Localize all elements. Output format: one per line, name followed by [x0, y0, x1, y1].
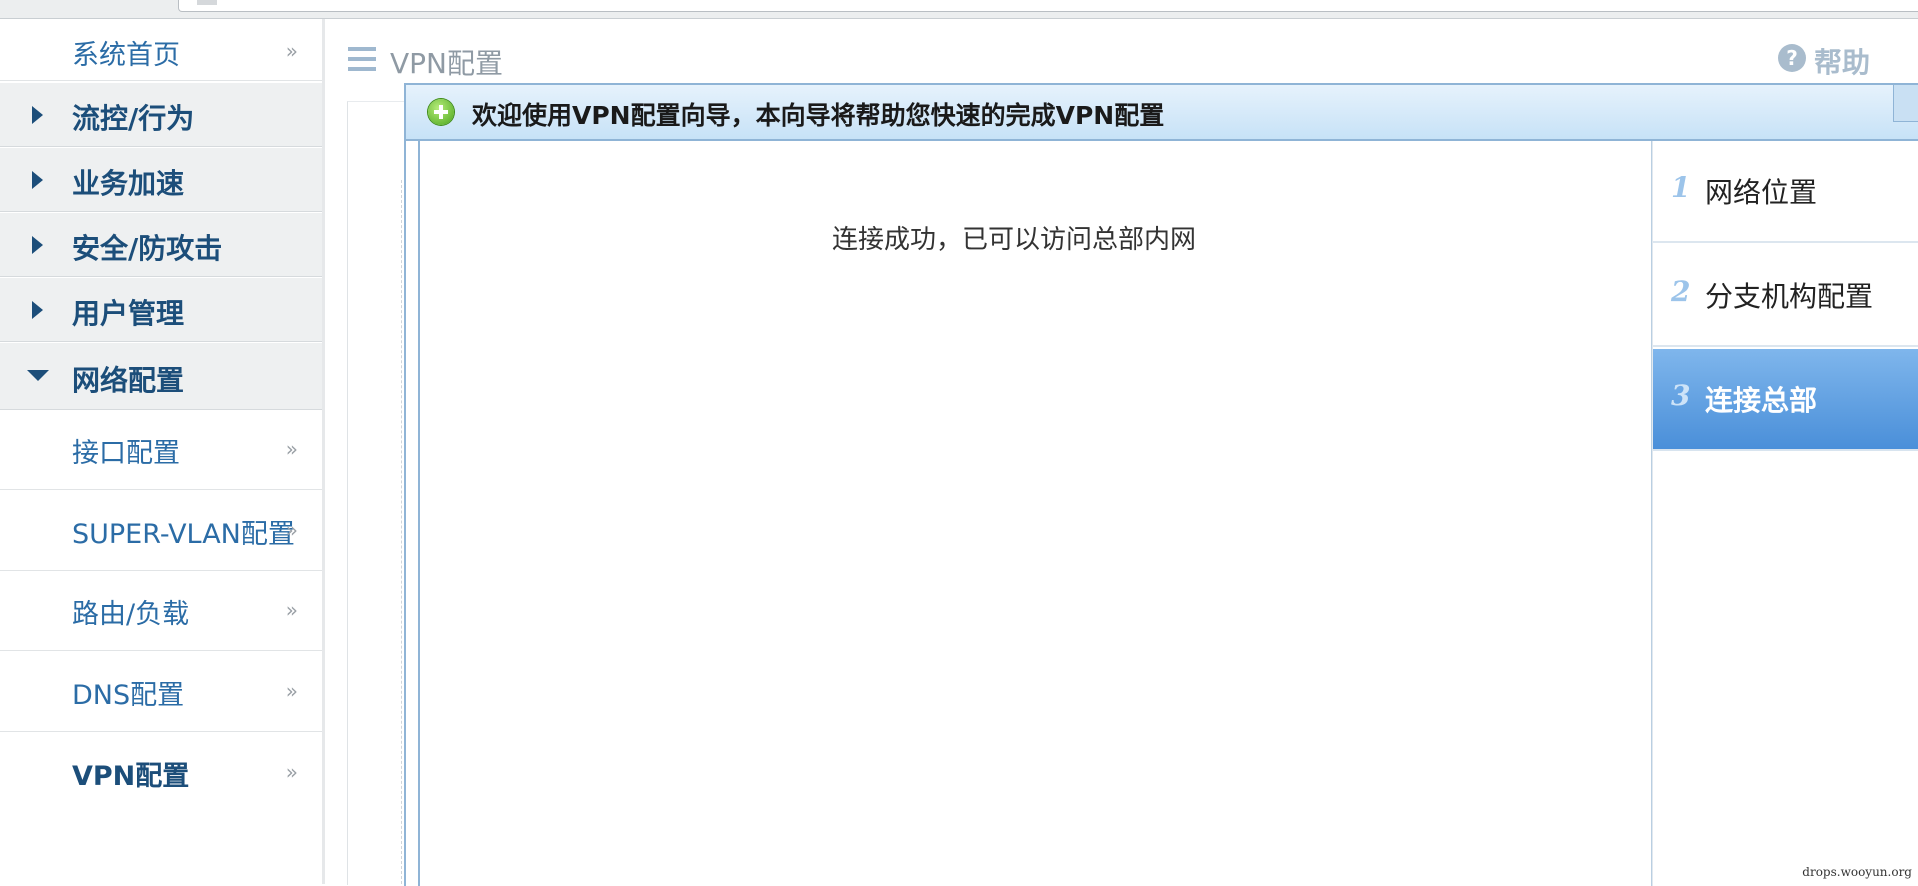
- wizard-main-area: 连接成功，已可以访问总部内网: [420, 141, 1652, 886]
- sidebar-item-vpn[interactable]: VPN配置 »: [0, 733, 322, 813]
- sidebar-group-network-config[interactable]: 网络配置: [0, 343, 322, 410]
- chevron-right-icon: »: [285, 598, 298, 622]
- vpn-wizard-dialog: 欢迎使用VPN配置向导，本向导将帮助您快速的完成VPN配置 连接成功，已可以访问…: [404, 83, 1918, 886]
- plus-circle-icon: [428, 99, 454, 125]
- status-message: 连接成功，已可以访问总部内网: [832, 225, 1197, 255]
- sidebar-item-label: DNS配置: [72, 680, 185, 711]
- sidebar-item-label: VPN配置: [72, 761, 190, 792]
- chevron-right-icon: »: [285, 679, 298, 703]
- sidebar-group-label: 网络配置: [72, 364, 185, 397]
- sidebar-item-interface-config[interactable]: 接口配置 »: [0, 411, 322, 490]
- page-title: VPN配置: [390, 47, 503, 80]
- content-divider: [401, 180, 402, 884]
- caret-right-icon: [32, 171, 43, 189]
- browser-top-strip: [0, 0, 1918, 19]
- help-button[interactable]: ? 帮助: [1778, 41, 1886, 79]
- sidebar-item-dns[interactable]: DNS配置 »: [0, 652, 322, 732]
- wizard-steps: 1 网络位置 2 分支机构配置 3 连接总部: [1652, 141, 1918, 886]
- chevron-right-icon: »: [285, 518, 298, 542]
- sidebar-group-label: 安全/防攻击: [72, 232, 223, 265]
- sidebar-group-flow-control[interactable]: 流控/行为: [0, 83, 322, 147]
- sidebar-item-label: SUPER-VLAN配置: [72, 519, 295, 550]
- sidebar-group-label: 业务加速: [72, 167, 185, 200]
- help-label: 帮助: [1814, 46, 1871, 79]
- help-icon: ?: [1778, 44, 1806, 72]
- wizard-step-network-location[interactable]: 1 网络位置: [1653, 141, 1918, 243]
- content-header: VPN配置 ? 帮助: [328, 30, 1918, 90]
- sidebar-item-label: 接口配置: [72, 438, 180, 469]
- step-label: 分支机构配置: [1705, 280, 1874, 313]
- step-number: 1: [1671, 171, 1691, 204]
- chevron-right-icon: »: [285, 760, 298, 784]
- watermark: drops.wooyun.org: [1802, 865, 1912, 879]
- step-label: 连接总部: [1705, 384, 1818, 417]
- sidebar-item-super-vlan[interactable]: SUPER-VLAN配置 »: [0, 491, 322, 571]
- sidebar: 系统首页 » 流控/行为 业务加速 安全/防攻击 用户管理 网络配置 接口配置 …: [0, 19, 325, 884]
- dialog-header: 欢迎使用VPN配置向导，本向导将帮助您快速的完成VPN配置: [406, 85, 1918, 141]
- step-label: 网络位置: [1705, 176, 1818, 209]
- menu-icon[interactable]: [348, 47, 376, 71]
- sidebar-item-label: 路由/负载: [72, 599, 190, 630]
- sidebar-item-routing[interactable]: 路由/负载 »: [0, 572, 322, 651]
- chevron-right-icon: »: [285, 39, 298, 63]
- wizard-step-branch-config[interactable]: 2 分支机构配置: [1653, 245, 1918, 347]
- caret-right-icon: [32, 106, 43, 124]
- sidebar-group-label: 用户管理: [72, 297, 185, 330]
- caret-right-icon: [32, 301, 43, 319]
- caret-right-icon: [32, 236, 43, 254]
- dialog-title: 欢迎使用VPN配置向导，本向导将帮助您快速的完成VPN配置: [472, 101, 1165, 130]
- sidebar-group-acceleration[interactable]: 业务加速: [0, 148, 322, 212]
- sidebar-item-home[interactable]: 系统首页 »: [0, 19, 322, 81]
- dialog-body: 连接成功，已可以访问总部内网 1 网络位置 2 分支机构配置 3 连接总部: [418, 141, 1918, 886]
- step-number: 3: [1671, 379, 1691, 412]
- sidebar-group-security[interactable]: 安全/防攻击: [0, 213, 322, 277]
- sidebar-group-label: 流控/行为: [72, 102, 195, 135]
- sidebar-group-user-management[interactable]: 用户管理: [0, 278, 322, 342]
- chevron-right-icon: »: [285, 437, 298, 461]
- browser-address-field[interactable]: [178, 0, 1918, 12]
- step-number: 2: [1671, 275, 1691, 308]
- wizard-step-connect-hq[interactable]: 3 连接总部: [1653, 349, 1918, 451]
- close-button[interactable]: [1893, 85, 1918, 122]
- caret-down-icon: [27, 370, 49, 381]
- sidebar-item-label: 系统首页: [72, 40, 180, 71]
